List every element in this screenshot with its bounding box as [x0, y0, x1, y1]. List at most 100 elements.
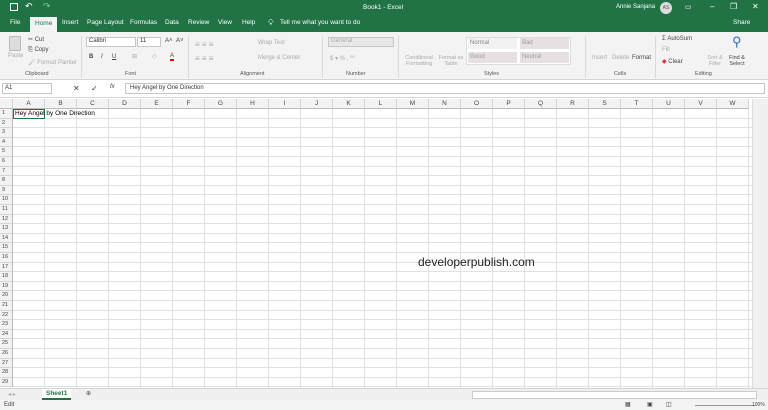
- undo-icon[interactable]: ↶: [25, 1, 33, 12]
- column-header-U[interactable]: U: [653, 99, 685, 109]
- column-header-V[interactable]: V: [685, 99, 717, 109]
- column-header-C[interactable]: C: [77, 99, 109, 109]
- normal-view-icon[interactable]: ▦: [625, 401, 631, 408]
- tab-formulas[interactable]: Formulas: [130, 19, 157, 26]
- row-header-22[interactable]: 22: [0, 310, 13, 321]
- fill-button[interactable]: Fill: [662, 47, 670, 53]
- tab-insert[interactable]: Insert: [62, 19, 78, 26]
- style-bad[interactable]: Bad: [520, 38, 569, 49]
- delete-cells-button[interactable]: Delete: [612, 55, 629, 61]
- insert-function-icon[interactable]: fx: [110, 84, 115, 90]
- cut-button[interactable]: ✂ Cut: [28, 36, 44, 43]
- row-header-16[interactable]: 16: [0, 253, 13, 263]
- column-header-D[interactable]: D: [109, 99, 141, 109]
- row-header-5[interactable]: 5: [0, 147, 13, 157]
- column-header-H[interactable]: H: [237, 99, 269, 109]
- avatar[interactable]: AS: [660, 2, 672, 14]
- row-header-6[interactable]: 6: [0, 157, 13, 167]
- row-header-28[interactable]: 28: [0, 368, 13, 378]
- zoom-level[interactable]: 100%: [752, 402, 765, 408]
- column-header-T[interactable]: T: [621, 99, 653, 109]
- worksheet-grid[interactable]: A B C D E F G H I J K L M N O P Q R S T U V W 1 2 3 4 5 6 7 8 9 10 11 12 13…: [0, 99, 752, 388]
- zoom-slider[interactable]: [695, 405, 755, 406]
- row-header-14[interactable]: 14: [0, 233, 13, 244]
- column-header-E[interactable]: E: [141, 99, 173, 109]
- tab-home[interactable]: Home: [30, 17, 58, 32]
- cell-a1[interactable]: Hey Angel by One Direction: [15, 110, 95, 117]
- column-header-A[interactable]: A: [13, 99, 45, 109]
- enter-icon[interactable]: ✓: [91, 84, 98, 93]
- underline-button[interactable]: U: [112, 54, 116, 60]
- row-header-2[interactable]: 2: [0, 118, 13, 129]
- style-neutral[interactable]: Neutral: [520, 52, 569, 63]
- number-format-icons[interactable]: $ ▾ % , ⁰⁰: [330, 55, 355, 62]
- merge-center-button[interactable]: Merge & Center: [258, 55, 300, 61]
- column-header-I[interactable]: I: [269, 99, 301, 109]
- page-break-view-icon[interactable]: ◫: [666, 401, 672, 408]
- row-header-3[interactable]: 3: [0, 128, 13, 138]
- column-header-S[interactable]: S: [589, 99, 621, 109]
- bold-button[interactable]: B: [89, 54, 93, 60]
- page-layout-view-icon[interactable]: ▣: [647, 401, 653, 408]
- row-header-18[interactable]: 18: [0, 272, 13, 282]
- column-header-Q[interactable]: Q: [525, 99, 557, 109]
- paste-button[interactable]: Paste: [8, 53, 23, 59]
- row-header-19[interactable]: 19: [0, 281, 13, 292]
- format-cells-button[interactable]: Format: [632, 55, 651, 61]
- style-good[interactable]: Good: [468, 52, 517, 63]
- format-as-table-button[interactable]: Format as Table: [437, 55, 465, 67]
- select-all-button[interactable]: [0, 99, 13, 109]
- tab-review[interactable]: Review: [188, 19, 209, 26]
- font-size-select[interactable]: 11: [137, 37, 161, 47]
- conditional-formatting-button[interactable]: Conditional Formatting: [402, 55, 436, 67]
- number-format-select[interactable]: General: [328, 37, 394, 47]
- column-header-N[interactable]: N: [429, 99, 461, 109]
- clear-button[interactable]: ◆ Clear: [662, 58, 683, 65]
- row-header-23[interactable]: 23: [0, 320, 13, 330]
- column-header-F[interactable]: F: [173, 99, 205, 109]
- autosum-button[interactable]: Σ AutoSum: [662, 36, 692, 42]
- column-header-P[interactable]: P: [493, 99, 525, 109]
- column-header-M[interactable]: M: [397, 99, 429, 109]
- row-header-9[interactable]: 9: [0, 185, 13, 196]
- italic-button[interactable]: I: [101, 54, 103, 60]
- font-name-select[interactable]: Calibri: [86, 37, 136, 47]
- borders-icon[interactable]: ⊞: [132, 53, 137, 60]
- row-header-1[interactable]: 1: [0, 109, 13, 119]
- insert-cells-button[interactable]: Insert: [592, 55, 607, 61]
- font-color-icon[interactable]: A: [170, 53, 175, 61]
- close-button[interactable]: ✕: [752, 2, 759, 11]
- sheet-nav-arrows[interactable]: ◂ ▸: [8, 391, 16, 398]
- tab-data[interactable]: Data: [165, 19, 179, 26]
- restore-button[interactable]: ❐: [730, 2, 737, 11]
- formula-input[interactable]: Hey Angel by One Direction: [125, 83, 765, 94]
- vertical-scrollbar[interactable]: [752, 99, 768, 388]
- row-header-26[interactable]: 26: [0, 349, 13, 359]
- row-header-27[interactable]: 27: [0, 358, 13, 369]
- save-icon[interactable]: [10, 3, 18, 11]
- column-header-K[interactable]: K: [333, 99, 365, 109]
- paste-icon[interactable]: [9, 36, 21, 51]
- row-header-17[interactable]: 17: [0, 262, 13, 273]
- find-select-button[interactable]: Find & Select: [727, 55, 747, 67]
- name-box[interactable]: A1: [2, 83, 52, 94]
- format-painter-button[interactable]: 🖌︎ Format Painter: [28, 59, 77, 66]
- row-header-13[interactable]: 13: [0, 224, 13, 234]
- column-header-O[interactable]: O: [461, 99, 493, 109]
- share-button[interactable]: Share: [733, 19, 750, 26]
- row-header-7[interactable]: 7: [0, 166, 13, 177]
- horizontal-scrollbar[interactable]: [472, 391, 757, 399]
- column-header-G[interactable]: G: [205, 99, 237, 109]
- style-normal[interactable]: Normal: [468, 38, 517, 49]
- fill-color-icon[interactable]: ◇: [152, 53, 157, 60]
- increase-font-icon[interactable]: A˄: [165, 38, 173, 44]
- tell-me-search[interactable]: Tell me what you want to do: [280, 19, 360, 26]
- sort-filter-button[interactable]: Sort & Filter: [706, 55, 724, 67]
- tab-file[interactable]: File: [10, 19, 20, 26]
- minimize-button[interactable]: –: [710, 2, 714, 11]
- cancel-icon[interactable]: ✕: [73, 84, 80, 93]
- column-header-W[interactable]: W: [717, 99, 749, 109]
- row-header-12[interactable]: 12: [0, 214, 13, 225]
- tab-view[interactable]: View: [218, 19, 232, 26]
- wrap-text-button[interactable]: Wrap Text: [258, 40, 285, 46]
